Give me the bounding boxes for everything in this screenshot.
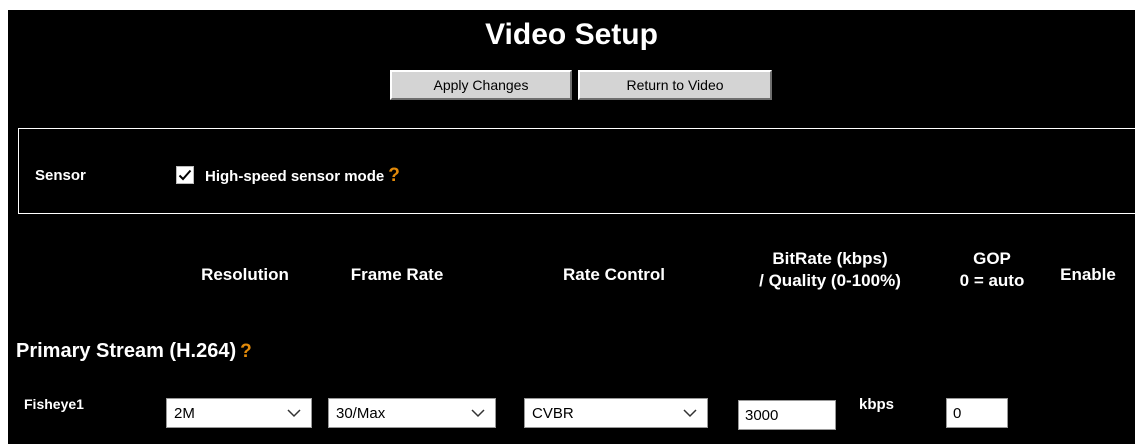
frame-rate-value: 30/Max — [336, 404, 386, 422]
column-header-bitrate: BitRate (kbps) / Quality (0-100%) — [730, 248, 930, 292]
frame-rate-select[interactable]: 30/Max — [328, 398, 496, 428]
rate-control-select[interactable]: CVBR — [524, 398, 708, 428]
bitrate-header-line1: BitRate (kbps) — [772, 249, 888, 268]
row-label-fisheye1: Fisheye1 — [24, 396, 84, 412]
primary-stream-title-text: Primary Stream (H.264) — [16, 340, 237, 362]
column-header-rate-control: Rate Control — [563, 265, 665, 284]
video-setup-panel: Video Setup Apply Changes Return to Vide… — [8, 10, 1135, 444]
high-speed-sensor-text: High-speed sensor mode — [205, 168, 385, 185]
page-title: Video Setup — [485, 18, 658, 51]
column-header-frame-rate: Frame Rate — [350, 265, 444, 284]
chevron-down-icon — [683, 409, 697, 418]
return-to-video-button[interactable]: Return to Video — [578, 70, 772, 100]
sensor-help-icon[interactable]: ? — [388, 165, 400, 186]
column-header-enable: Enable — [1060, 265, 1116, 284]
sensor-section: Sensor High-speed sensor mode? — [18, 128, 1135, 214]
rate-control-value: CVBR — [532, 404, 574, 422]
high-speed-sensor-label: High-speed sensor mode? — [205, 165, 400, 187]
chevron-down-icon — [471, 409, 485, 418]
primary-stream-title: Primary Stream (H.264)? — [16, 340, 252, 363]
gop-header-line1: GOP — [973, 249, 1011, 268]
bitrate-header-line2: / Quality (0-100%) — [759, 271, 901, 290]
bitrate-input[interactable]: 3000 — [738, 400, 836, 430]
checkmark-icon — [178, 169, 192, 181]
resolution-select[interactable]: 2M — [166, 398, 312, 428]
primary-stream-help-icon[interactable]: ? — [240, 341, 252, 362]
bitrate-unit-label: kbps — [859, 396, 895, 413]
gop-header-line2: 0 = auto — [959, 271, 1025, 290]
chevron-down-icon — [287, 409, 301, 418]
gop-input[interactable]: 0 — [946, 398, 1008, 428]
resolution-value: 2M — [174, 404, 195, 422]
column-header-resolution: Resolution — [201, 265, 289, 284]
apply-changes-button[interactable]: Apply Changes — [390, 70, 572, 100]
sensor-label: Sensor — [35, 167, 86, 184]
column-header-gop: GOP 0 = auto — [944, 248, 1040, 292]
high-speed-sensor-checkbox[interactable] — [176, 166, 194, 184]
